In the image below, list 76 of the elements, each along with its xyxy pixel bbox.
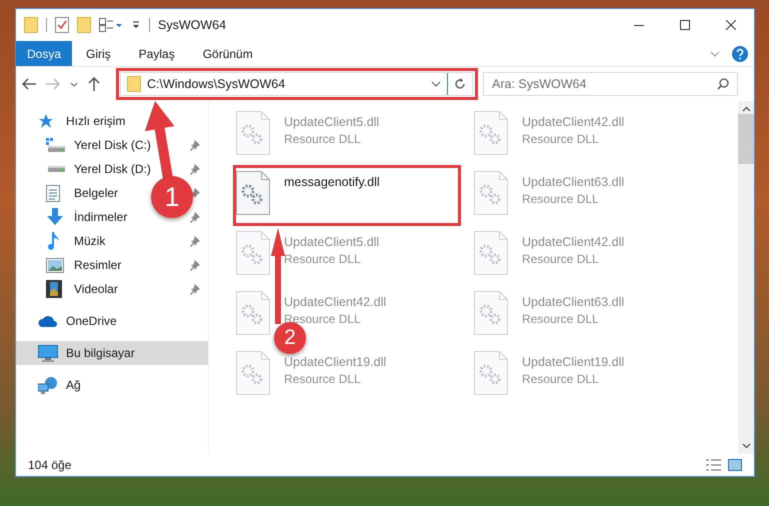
gear-file-icon — [474, 351, 508, 395]
file-type: Resource DLL — [522, 252, 600, 266]
nav-item[interactable]: Hızlı erişim — [66, 114, 126, 128]
gear-file-icon — [236, 291, 270, 335]
details-view-icon[interactable] — [706, 459, 722, 471]
cloud-icon — [38, 314, 58, 328]
minimize-icon — [634, 24, 644, 26]
ribbon-tab[interactable]: Görünüm — [188, 41, 267, 66]
nav-item[interactable]: Bu bilgisayar — [66, 346, 135, 360]
file-menu-tab[interactable]: Dosya — [16, 41, 72, 66]
gear-file-icon — [474, 171, 508, 215]
file-type: Resource DLL — [522, 312, 600, 326]
nav-item[interactable]: Resimler — [74, 258, 122, 272]
file-type: Resource DLL — [522, 372, 600, 386]
back-arrow-icon[interactable] — [22, 78, 36, 90]
address-bar[interactable]: C:\Windows\SysWOW64 — [120, 72, 473, 96]
folder-icon — [127, 76, 141, 92]
nav-item[interactable]: Yerel Disk (D:) — [74, 162, 151, 176]
drive-icon — [48, 166, 65, 172]
picture-icon — [46, 258, 64, 272]
nav-item[interactable]: Yerel Disk (C:) — [74, 138, 151, 152]
search-field[interactable]: Ara: SysWOW64 — [483, 72, 738, 96]
window-title: SysWOW64 — [158, 18, 228, 32]
search-icon — [717, 78, 729, 90]
scrollbar[interactable] — [738, 101, 754, 454]
file-type: Resource DLL — [284, 132, 362, 146]
file-type: Resource DLL — [284, 252, 362, 266]
nav-item[interactable]: Belgeler — [74, 186, 118, 200]
gear-file-icon — [474, 111, 508, 155]
scroll-down-icon[interactable] — [742, 443, 750, 449]
nav-item[interactable]: Ağ — [66, 378, 81, 392]
music-note-icon — [46, 232, 60, 250]
download-arrow-icon — [46, 208, 64, 226]
nav-item[interactable]: Videolar — [74, 282, 118, 296]
gear-file-icon — [474, 291, 508, 335]
nav-item[interactable]: OneDrive — [66, 314, 117, 328]
file-type: Resource DLL — [284, 372, 362, 386]
refresh-icon[interactable] — [454, 78, 466, 90]
file-name[interactable]: messagenotify.dll — [284, 175, 380, 189]
scroll-up-icon[interactable] — [742, 106, 750, 112]
nav-item[interactable]: İndirmeler — [74, 210, 128, 224]
nav-item[interactable]: Müzik — [74, 234, 106, 248]
pin-icon[interactable] — [190, 284, 200, 294]
properties-icon[interactable] — [99, 18, 123, 32]
network-icon — [38, 376, 58, 394]
gear-file-icon — [236, 171, 270, 215]
monitor-icon — [38, 344, 58, 362]
star-icon — [38, 113, 54, 129]
chevron-down-icon[interactable] — [431, 81, 441, 87]
maximize-icon — [680, 20, 690, 30]
up-arrow-icon[interactable] — [88, 77, 100, 91]
pin-icon[interactable] — [190, 236, 200, 246]
gear-file-icon — [474, 231, 508, 275]
film-icon — [46, 280, 62, 298]
file-type: Resource DLL — [522, 192, 600, 206]
help-icon[interactable] — [732, 46, 748, 62]
forward-arrow-icon[interactable] — [46, 78, 60, 90]
gear-file-icon — [236, 111, 270, 155]
scrollbar-thumb[interactable] — [738, 114, 754, 164]
large-icons-view-icon[interactable] — [728, 459, 742, 471]
gear-file-icon — [236, 351, 270, 395]
file-type: Resource DLL — [522, 132, 600, 146]
checklist-icon[interactable] — [55, 17, 69, 33]
drive-icon — [46, 138, 65, 152]
chevron-down-icon[interactable] — [70, 82, 78, 86]
dropdown-icon[interactable] — [131, 20, 141, 30]
item-count: 104 öğe — [28, 458, 72, 472]
pin-icon[interactable] — [190, 164, 200, 174]
pin-icon[interactable] — [190, 260, 200, 270]
gear-file-icon — [236, 231, 270, 275]
close-icon — [726, 20, 736, 30]
ribbon-tab[interactable]: Paylaş — [124, 41, 189, 66]
pin-icon[interactable] — [190, 140, 200, 150]
pin-icon[interactable] — [190, 212, 200, 222]
ribbon-tab[interactable]: Giriş — [72, 41, 125, 66]
document-icon — [46, 184, 60, 202]
